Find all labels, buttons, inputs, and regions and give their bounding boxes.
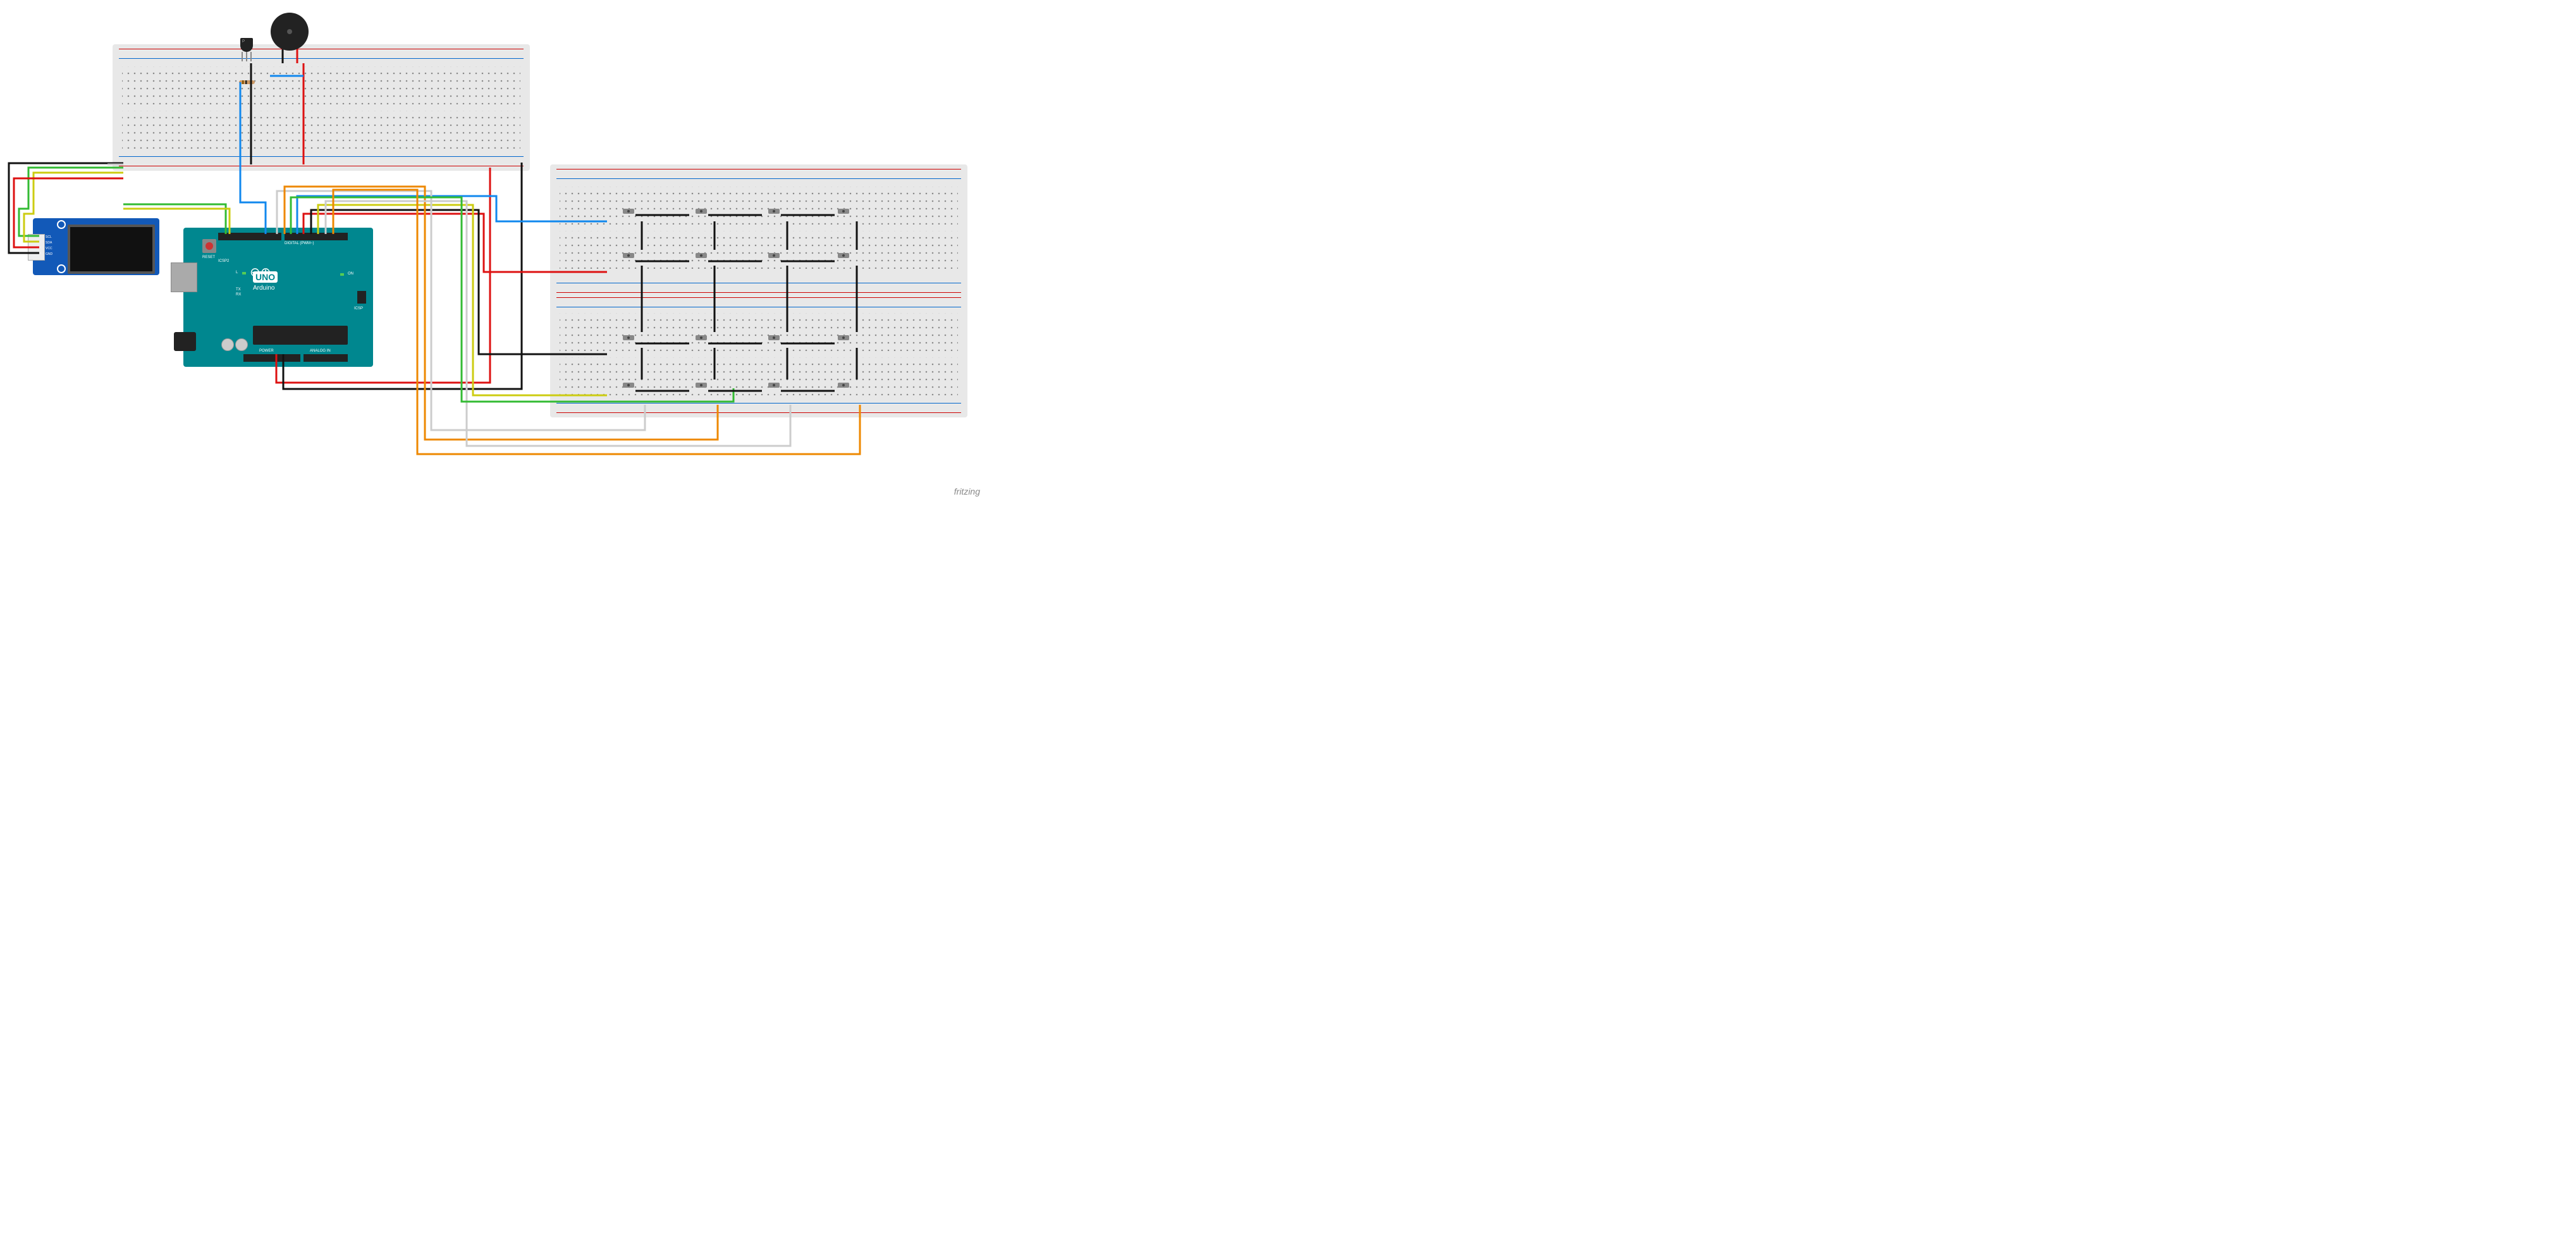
reset-label: RESET: [202, 256, 215, 259]
power-rail-bottom: [119, 155, 524, 168]
digital-pins-high[interactable]: [218, 233, 281, 240]
keypad-button-r1c1[interactable]: [623, 209, 634, 214]
transistor-label: P: [242, 40, 245, 44]
icsp2-label: ICSP2: [218, 259, 229, 263]
breadboard-keypad: [550, 164, 967, 417]
keypad-button-r3c1[interactable]: [623, 335, 634, 340]
keypad-button-r1c4[interactable]: [838, 209, 849, 214]
keypad-button-r4c1[interactable]: [623, 383, 634, 388]
power-rail-top: [119, 47, 524, 60]
resistor: [239, 80, 255, 84]
power-rail-mid-r: [556, 281, 961, 294]
keypad-button-r2c3[interactable]: [768, 253, 780, 258]
breadboard-holes-r4: [560, 357, 958, 395]
on-label: ON: [348, 272, 353, 276]
digital-section-label: DIGITAL (PWM~): [285, 242, 314, 245]
piezo-buzzer: [271, 13, 309, 51]
keypad-button-r4c3[interactable]: [768, 383, 780, 388]
mounting-hole: [57, 264, 66, 273]
capacitor-2: [235, 338, 248, 351]
oled-pin-gnd: GND: [46, 252, 52, 256]
keypad-button-r4c2[interactable]: [696, 383, 707, 388]
keypad-button-r2c1[interactable]: [623, 253, 634, 258]
keypad-button-r3c4[interactable]: [838, 335, 849, 340]
breadboard-top: [113, 44, 530, 171]
power-rail-top-r: [556, 168, 961, 180]
l-led: [242, 272, 246, 274]
breadboard-holes-upper: [122, 66, 520, 104]
breadboard-holes-r2: [560, 231, 958, 269]
reset-button[interactable]: [202, 239, 216, 253]
keypad-button-r1c2[interactable]: [696, 209, 707, 214]
fritzing-watermark: fritzing: [954, 486, 980, 496]
grove-connector[interactable]: [28, 234, 45, 261]
oled-pin-vcc: VCC: [46, 247, 52, 250]
rx-led-label: RX: [236, 293, 241, 297]
tx-led-label: TX: [236, 288, 241, 292]
power-pins[interactable]: [243, 354, 300, 362]
mounting-hole: [57, 220, 66, 229]
icsp-label: ICSP: [354, 307, 363, 311]
keypad-button-r4c4[interactable]: [838, 383, 849, 388]
usb-port: [171, 262, 197, 292]
breadboard-holes-r3: [560, 313, 958, 351]
keypad-button-r2c4[interactable]: [838, 253, 849, 258]
l-led-label: L: [236, 271, 238, 274]
oled-screen: [68, 225, 155, 274]
breadboard-holes-lower: [122, 111, 520, 149]
power-rail-mid2-r: [556, 296, 961, 309]
capacitor-1: [221, 338, 234, 351]
oled-pin-scl: SCL: [46, 235, 52, 239]
power-jack: [174, 332, 196, 351]
keypad-button-r2c2[interactable]: [696, 253, 707, 258]
analog-section-label: ANALOG IN: [310, 349, 331, 353]
npn-transistor: P: [240, 38, 253, 52]
on-led: [340, 273, 344, 276]
power-section-label: POWER: [259, 349, 274, 353]
power-rail-bottom-r: [556, 402, 961, 414]
oled-pin-sda: SDA: [46, 241, 52, 245]
board-brand: Arduino: [253, 285, 274, 292]
oled-display-module: SCL SDA VCC GND: [33, 218, 159, 275]
keypad-button-r3c2[interactable]: [696, 335, 707, 340]
keypad-button-r1c3[interactable]: [768, 209, 780, 214]
icsp-header[interactable]: [357, 291, 366, 304]
digital-pins-low[interactable]: [285, 233, 348, 240]
board-model: UNO: [253, 272, 278, 282]
keypad-button-r3c3[interactable]: [768, 335, 780, 340]
atmega-chip: [253, 326, 348, 345]
breadboard-holes-r1: [560, 187, 958, 225]
arduino-uno-board: ⊖⊕ UNO Arduino RESET ICSP2 ICSP ON L TX …: [183, 228, 373, 367]
analog-pins[interactable]: [304, 354, 348, 362]
